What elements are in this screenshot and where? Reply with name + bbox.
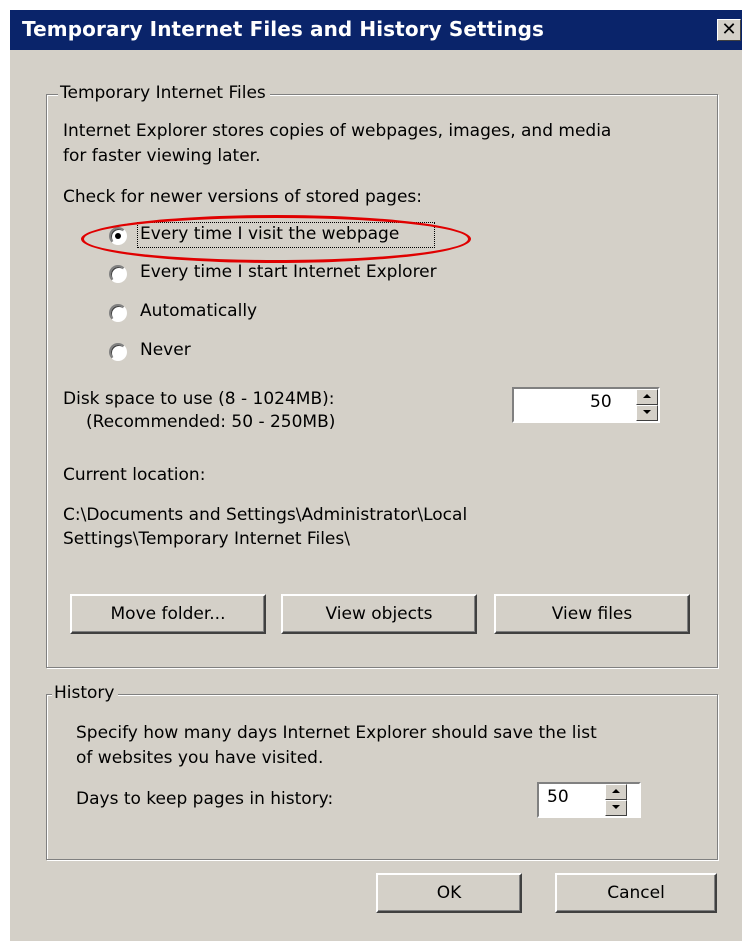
title-bar: Temporary Internet Files and History Set… [10, 10, 742, 50]
view-objects-label[interactable]: View objects [326, 604, 433, 624]
history-description-line2: of websites you have visited. [76, 748, 324, 768]
current-location-label: Current location: [63, 465, 206, 485]
disk-space-stepper[interactable]: 50 [512, 387, 660, 423]
view-files-label[interactable]: View files [552, 604, 633, 624]
radio-never[interactable] [109, 343, 127, 361]
ok-label[interactable]: OK [437, 883, 462, 903]
view-objects-button[interactable]: View objects [281, 594, 477, 634]
radio-start[interactable] [109, 265, 127, 283]
radio-never-label[interactable]: Never [140, 340, 191, 360]
radio-auto-label[interactable]: Automatically [140, 301, 257, 321]
location-path-line1: C:\Documents and Settings\Administrator\… [63, 505, 468, 525]
close-button[interactable]: ✕ [717, 19, 741, 41]
cancel-label[interactable]: Cancel [607, 883, 665, 903]
highlight-ellipse [81, 215, 471, 263]
view-files-button[interactable]: View files [494, 594, 690, 634]
ok-button[interactable]: OK [376, 873, 522, 913]
settings-dialog: Temporary Internet Files and History Set… [10, 10, 742, 941]
close-icon: ✕ [721, 19, 737, 40]
disk-space-value[interactable]: 50 [590, 392, 612, 412]
tif-description-line1: Internet Explorer stores copies of webpa… [63, 121, 612, 141]
tif-legend: Temporary Internet Files [58, 83, 270, 103]
dialog-title: Temporary Internet Files and History Set… [22, 17, 545, 41]
history-description-line1: Specify how many days Internet Explorer … [76, 723, 597, 743]
days-stepper[interactable]: 50 [537, 782, 641, 818]
days-keep-label: Days to keep pages in history: [76, 789, 334, 809]
history-group [46, 694, 718, 860]
radio-start-label[interactable]: Every time I start Internet Explorer [140, 262, 437, 282]
location-path-line2: Settings\Temporary Internet Files\ [63, 529, 350, 549]
tif-group [46, 94, 718, 668]
disk-down-arrow-icon[interactable] [636, 405, 658, 421]
days-up-arrow-icon[interactable] [605, 784, 627, 800]
days-down-arrow-icon[interactable] [605, 800, 627, 816]
move-folder-button[interactable]: Move folder... [70, 594, 266, 634]
history-legend: History [52, 683, 119, 703]
disk-up-arrow-icon[interactable] [636, 389, 658, 405]
tif-description-line2: for faster viewing later. [63, 146, 261, 166]
days-value[interactable]: 50 [547, 787, 569, 807]
check-versions-label: Check for newer versions of stored pages… [63, 187, 423, 207]
disk-recommended-label: (Recommended: 50 - 250MB) [86, 412, 336, 432]
cancel-button[interactable]: Cancel [555, 873, 717, 913]
radio-auto[interactable] [109, 304, 127, 322]
disk-space-label: Disk space to use (8 - 1024MB): [63, 389, 335, 409]
move-folder-label[interactable]: Move folder... [111, 604, 226, 624]
